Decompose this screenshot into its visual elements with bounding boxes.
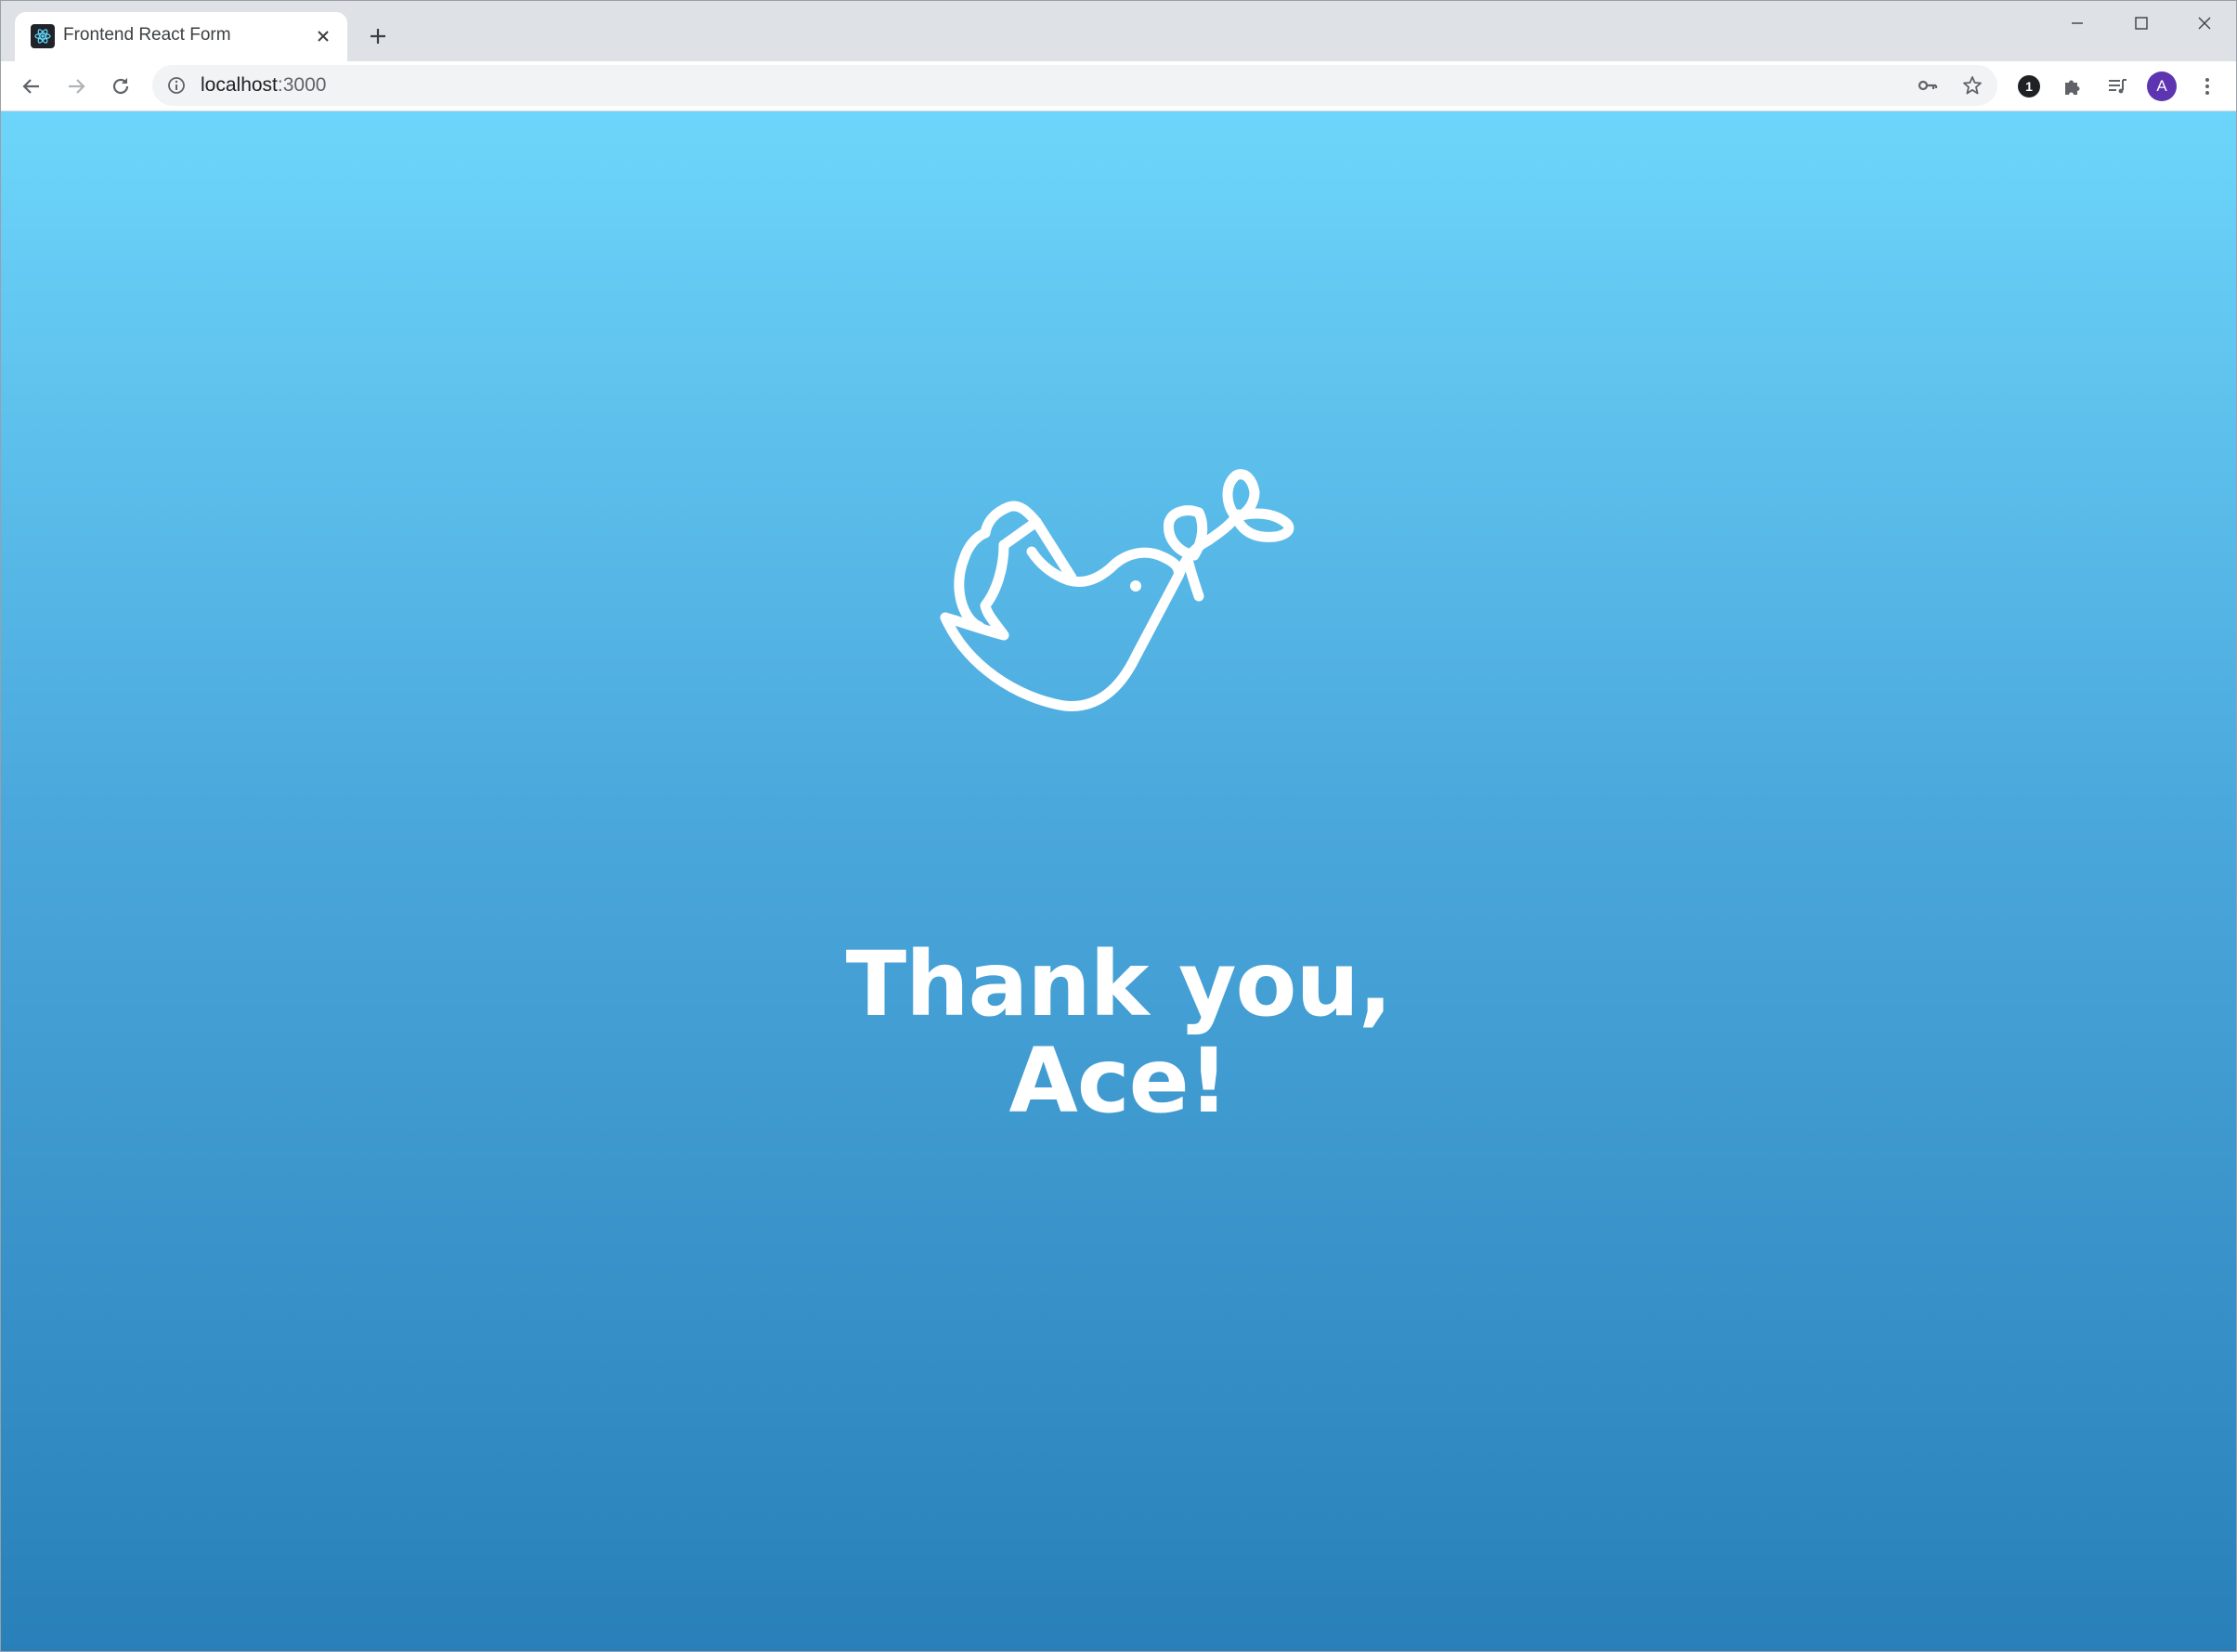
key-icon[interactable]	[1914, 72, 1942, 99]
extension-1-button[interactable]: 1	[2011, 69, 2047, 104]
page-viewport: Thank you, Ace!	[1, 111, 2236, 1651]
react-logo-icon	[31, 24, 55, 48]
dove-with-olive-branch-icon	[940, 469, 1294, 711]
name-line: Ace!	[1008, 1029, 1229, 1133]
tab-title: Frontend React Form	[63, 25, 231, 45]
browser-window: Frontend React Form localhost:3000 1 A T…	[0, 0, 2237, 1652]
address-bar[interactable]: localhost:3000	[152, 65, 1997, 106]
forward-arrow-icon	[69, 79, 85, 94]
tab-close-icon[interactable]	[310, 23, 336, 49]
url-text[interactable]: localhost:3000	[201, 74, 326, 97]
back-button[interactable]	[14, 69, 49, 104]
media-queue-button[interactable]	[2100, 69, 2135, 104]
extension-1-icon: 1	[2018, 75, 2040, 98]
minimize-button[interactable]	[2047, 3, 2108, 44]
back-arrow-icon	[22, 79, 39, 94]
browser-toolbar: localhost:3000 1 A	[1, 61, 2236, 111]
window-close-button[interactable]	[2174, 3, 2235, 44]
puzzle-icon	[2065, 80, 2080, 95]
browser-menu-button[interactable]	[2190, 69, 2225, 104]
kebab-menu-icon	[2205, 78, 2209, 95]
plus-icon	[371, 29, 385, 44]
url-port: :3000	[277, 74, 327, 96]
reload-icon	[112, 78, 129, 95]
thank-you-line: Thank you,	[845, 932, 1393, 1036]
star-icon[interactable]	[1958, 72, 1986, 99]
profile-button[interactable]: A	[2144, 69, 2179, 104]
extensions-button[interactable]	[2055, 69, 2090, 104]
maximize-button[interactable]	[2111, 3, 2172, 44]
new-tab-button[interactable]	[361, 20, 395, 53]
close-icon	[2198, 17, 2211, 30]
media-queue-icon	[2109, 79, 2126, 94]
reload-button[interactable]	[103, 69, 138, 104]
thank-you-heading: Thank you, Ace!	[1, 936, 2236, 1129]
url-host: localhost	[201, 74, 278, 96]
tab-strip: Frontend React Form	[1, 1, 2236, 61]
minimize-icon	[2072, 22, 2083, 24]
info-icon[interactable]	[165, 74, 188, 97]
profile-avatar: A	[2147, 72, 2177, 101]
tab-frontend-react-form[interactable]: Frontend React Form	[15, 12, 347, 61]
forward-button[interactable]	[59, 69, 94, 104]
maximize-icon	[2135, 17, 2148, 30]
